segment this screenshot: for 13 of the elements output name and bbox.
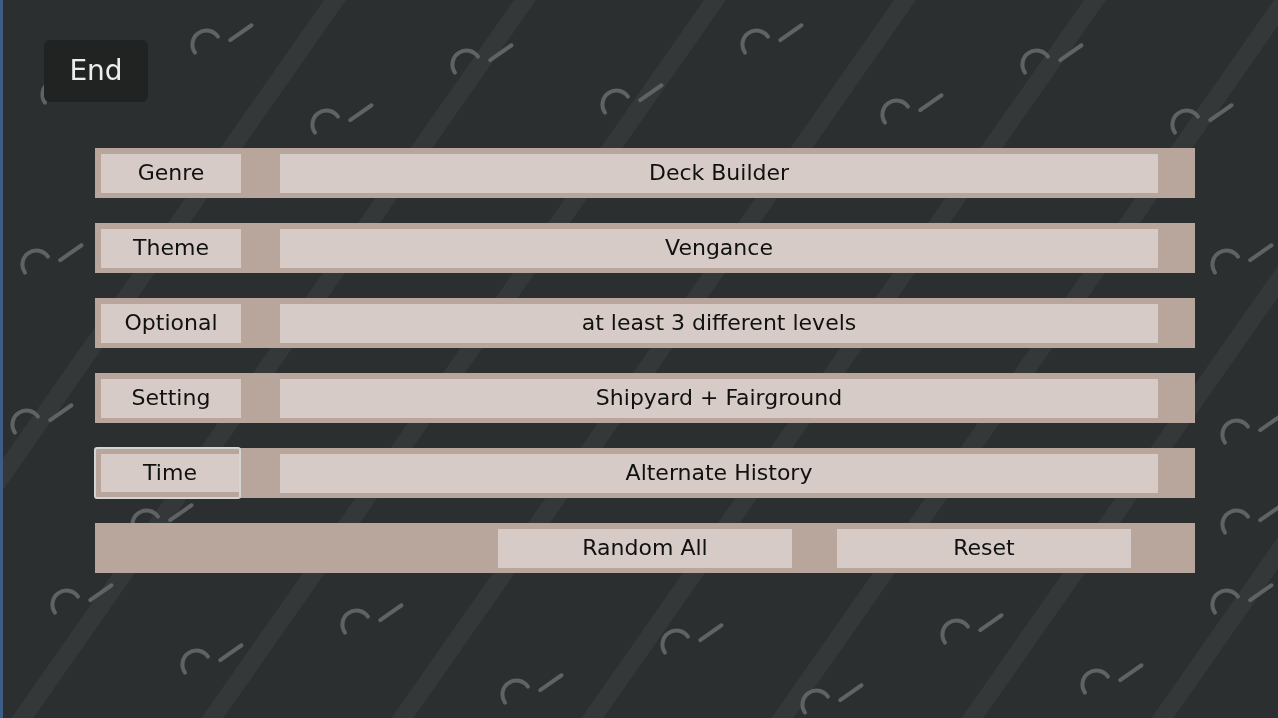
category-button[interactable]: Optional	[101, 303, 241, 343]
result-display: Vengance	[280, 228, 1158, 268]
result-display: Deck Builder	[280, 153, 1158, 193]
action-button[interactable]: Reset	[837, 528, 1131, 568]
end-button[interactable]: End	[44, 40, 148, 102]
category-button[interactable]: Theme	[101, 228, 241, 268]
category-button[interactable]: Time	[94, 447, 241, 499]
category-button[interactable]: Genre	[101, 153, 241, 193]
result-display: at least 3 different levels	[280, 303, 1158, 343]
action-button[interactable]: Random All	[498, 528, 792, 568]
result-display: Shipyard + Fairground	[280, 378, 1158, 418]
category-button[interactable]: Setting	[101, 378, 241, 418]
result-display: Alternate History	[280, 453, 1158, 493]
